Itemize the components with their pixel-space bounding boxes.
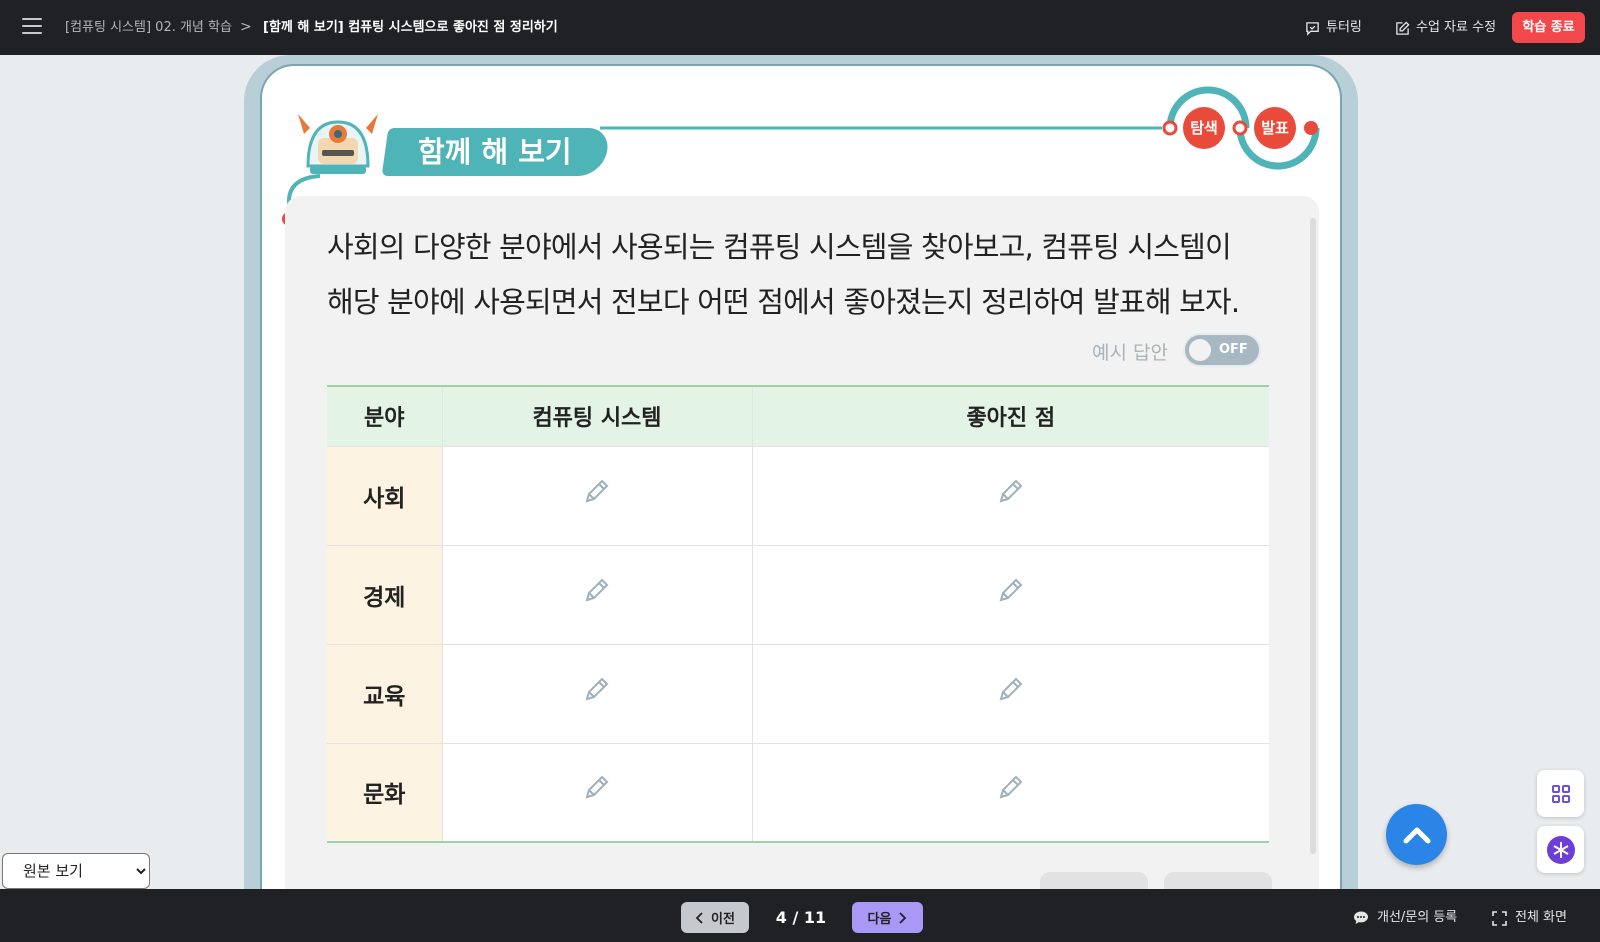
- pencil-icon: [999, 775, 1023, 799]
- header-field: 분야: [327, 386, 442, 446]
- computing-system-input[interactable]: [441, 544, 752, 644]
- computing-system-input[interactable]: [441, 445, 752, 545]
- present-badge: 발표: [1254, 107, 1296, 149]
- explore-badge: 탐색: [1183, 107, 1225, 149]
- activity-title: 함께 해 보기: [418, 135, 572, 169]
- computing-system-input[interactable]: [441, 742, 752, 842]
- apps-grid-button[interactable]: [1537, 770, 1584, 817]
- panel-scrollbar[interactable]: [1310, 218, 1316, 854]
- prev-label: 이전: [711, 912, 735, 927]
- improvement-input[interactable]: [751, 643, 1269, 743]
- instruction-line-2: 해당 분야에 사용되면서 전보다 어떤 점에서 좋아졌는지 정리하여 발표해 보…: [327, 285, 1240, 319]
- table-header-row: 분야 컴퓨팅 시스템 좋아진 점: [327, 386, 1269, 446]
- pencil-icon: [999, 479, 1023, 502]
- improvement-input[interactable]: [751, 742, 1269, 842]
- next-page-button[interactable]: 다음: [852, 902, 923, 933]
- chevron-left-icon: [695, 911, 703, 924]
- improvement-input[interactable]: [751, 445, 1269, 545]
- row-label: 경제: [327, 544, 442, 644]
- scroll-to-top-button[interactable]: [1386, 804, 1447, 865]
- page-indicator: 4 / 11: [775, 908, 827, 927]
- table-row: 교육: [327, 643, 1269, 743]
- fullscreen-icon: [1492, 910, 1507, 926]
- next-label: 다음: [867, 912, 892, 927]
- table-row: 경제: [327, 544, 1269, 644]
- improvement-input[interactable]: [751, 544, 1269, 644]
- fullscreen-button[interactable]: 전체 화면: [1492, 908, 1567, 928]
- row-label: 사회: [327, 445, 442, 545]
- computing-system-input[interactable]: [441, 643, 752, 743]
- row-label: 교육: [327, 643, 442, 743]
- example-answer-label: 예시 답안: [1092, 342, 1168, 364]
- feedback-button[interactable]: 개선/문의 등록: [1353, 908, 1457, 928]
- pencil-icon: [585, 677, 609, 700]
- pencil-icon: [585, 479, 609, 502]
- row-label: 문화: [327, 742, 442, 842]
- prev-page-button[interactable]: 이전: [681, 902, 749, 933]
- grid-icon: [1551, 784, 1570, 803]
- example-answer-toggle[interactable]: OFF: [1183, 333, 1261, 367]
- ai-sparkle-icon: [1546, 835, 1575, 864]
- pencil-icon: [585, 578, 609, 601]
- toggle-state: OFF: [1219, 342, 1248, 357]
- feedback-label: 개선/문의 등록: [1377, 910, 1458, 925]
- robot-mascot-icon: [298, 114, 378, 174]
- pencil-icon: [999, 677, 1023, 700]
- header-computing-system: 컴퓨팅 시스템: [441, 386, 752, 446]
- header-improvement: 좋아진 점: [751, 386, 1269, 446]
- speech-bubble-icon: [1354, 911, 1368, 924]
- answer-table: 분야 컴퓨팅 시스템 좋아진 점 사회 경제 교육 문화: [327, 385, 1269, 843]
- toggle-knob: [1189, 339, 1211, 361]
- table-row: 문화: [327, 742, 1269, 842]
- chevron-up-icon: [1403, 827, 1430, 843]
- chevron-right-icon: [899, 911, 907, 924]
- instruction-text: 사회의 다양한 분야에서 사용되는 컴퓨팅 시스템을 찾아보고, 컴퓨팅 시스템…: [327, 220, 1277, 330]
- view-mode-select[interactable]: 원본 보기: [2, 853, 150, 889]
- fullscreen-label: 전체 화면: [1515, 910, 1567, 925]
- instruction-line-1: 사회의 다양한 분야에서 사용되는 컴퓨팅 시스템을 찾아보고, 컴퓨팅 시스템…: [327, 230, 1232, 264]
- pencil-icon: [585, 775, 609, 799]
- pencil-icon: [999, 578, 1023, 601]
- table-row: 사회: [327, 445, 1269, 545]
- ai-assistant-button[interactable]: [1537, 826, 1584, 873]
